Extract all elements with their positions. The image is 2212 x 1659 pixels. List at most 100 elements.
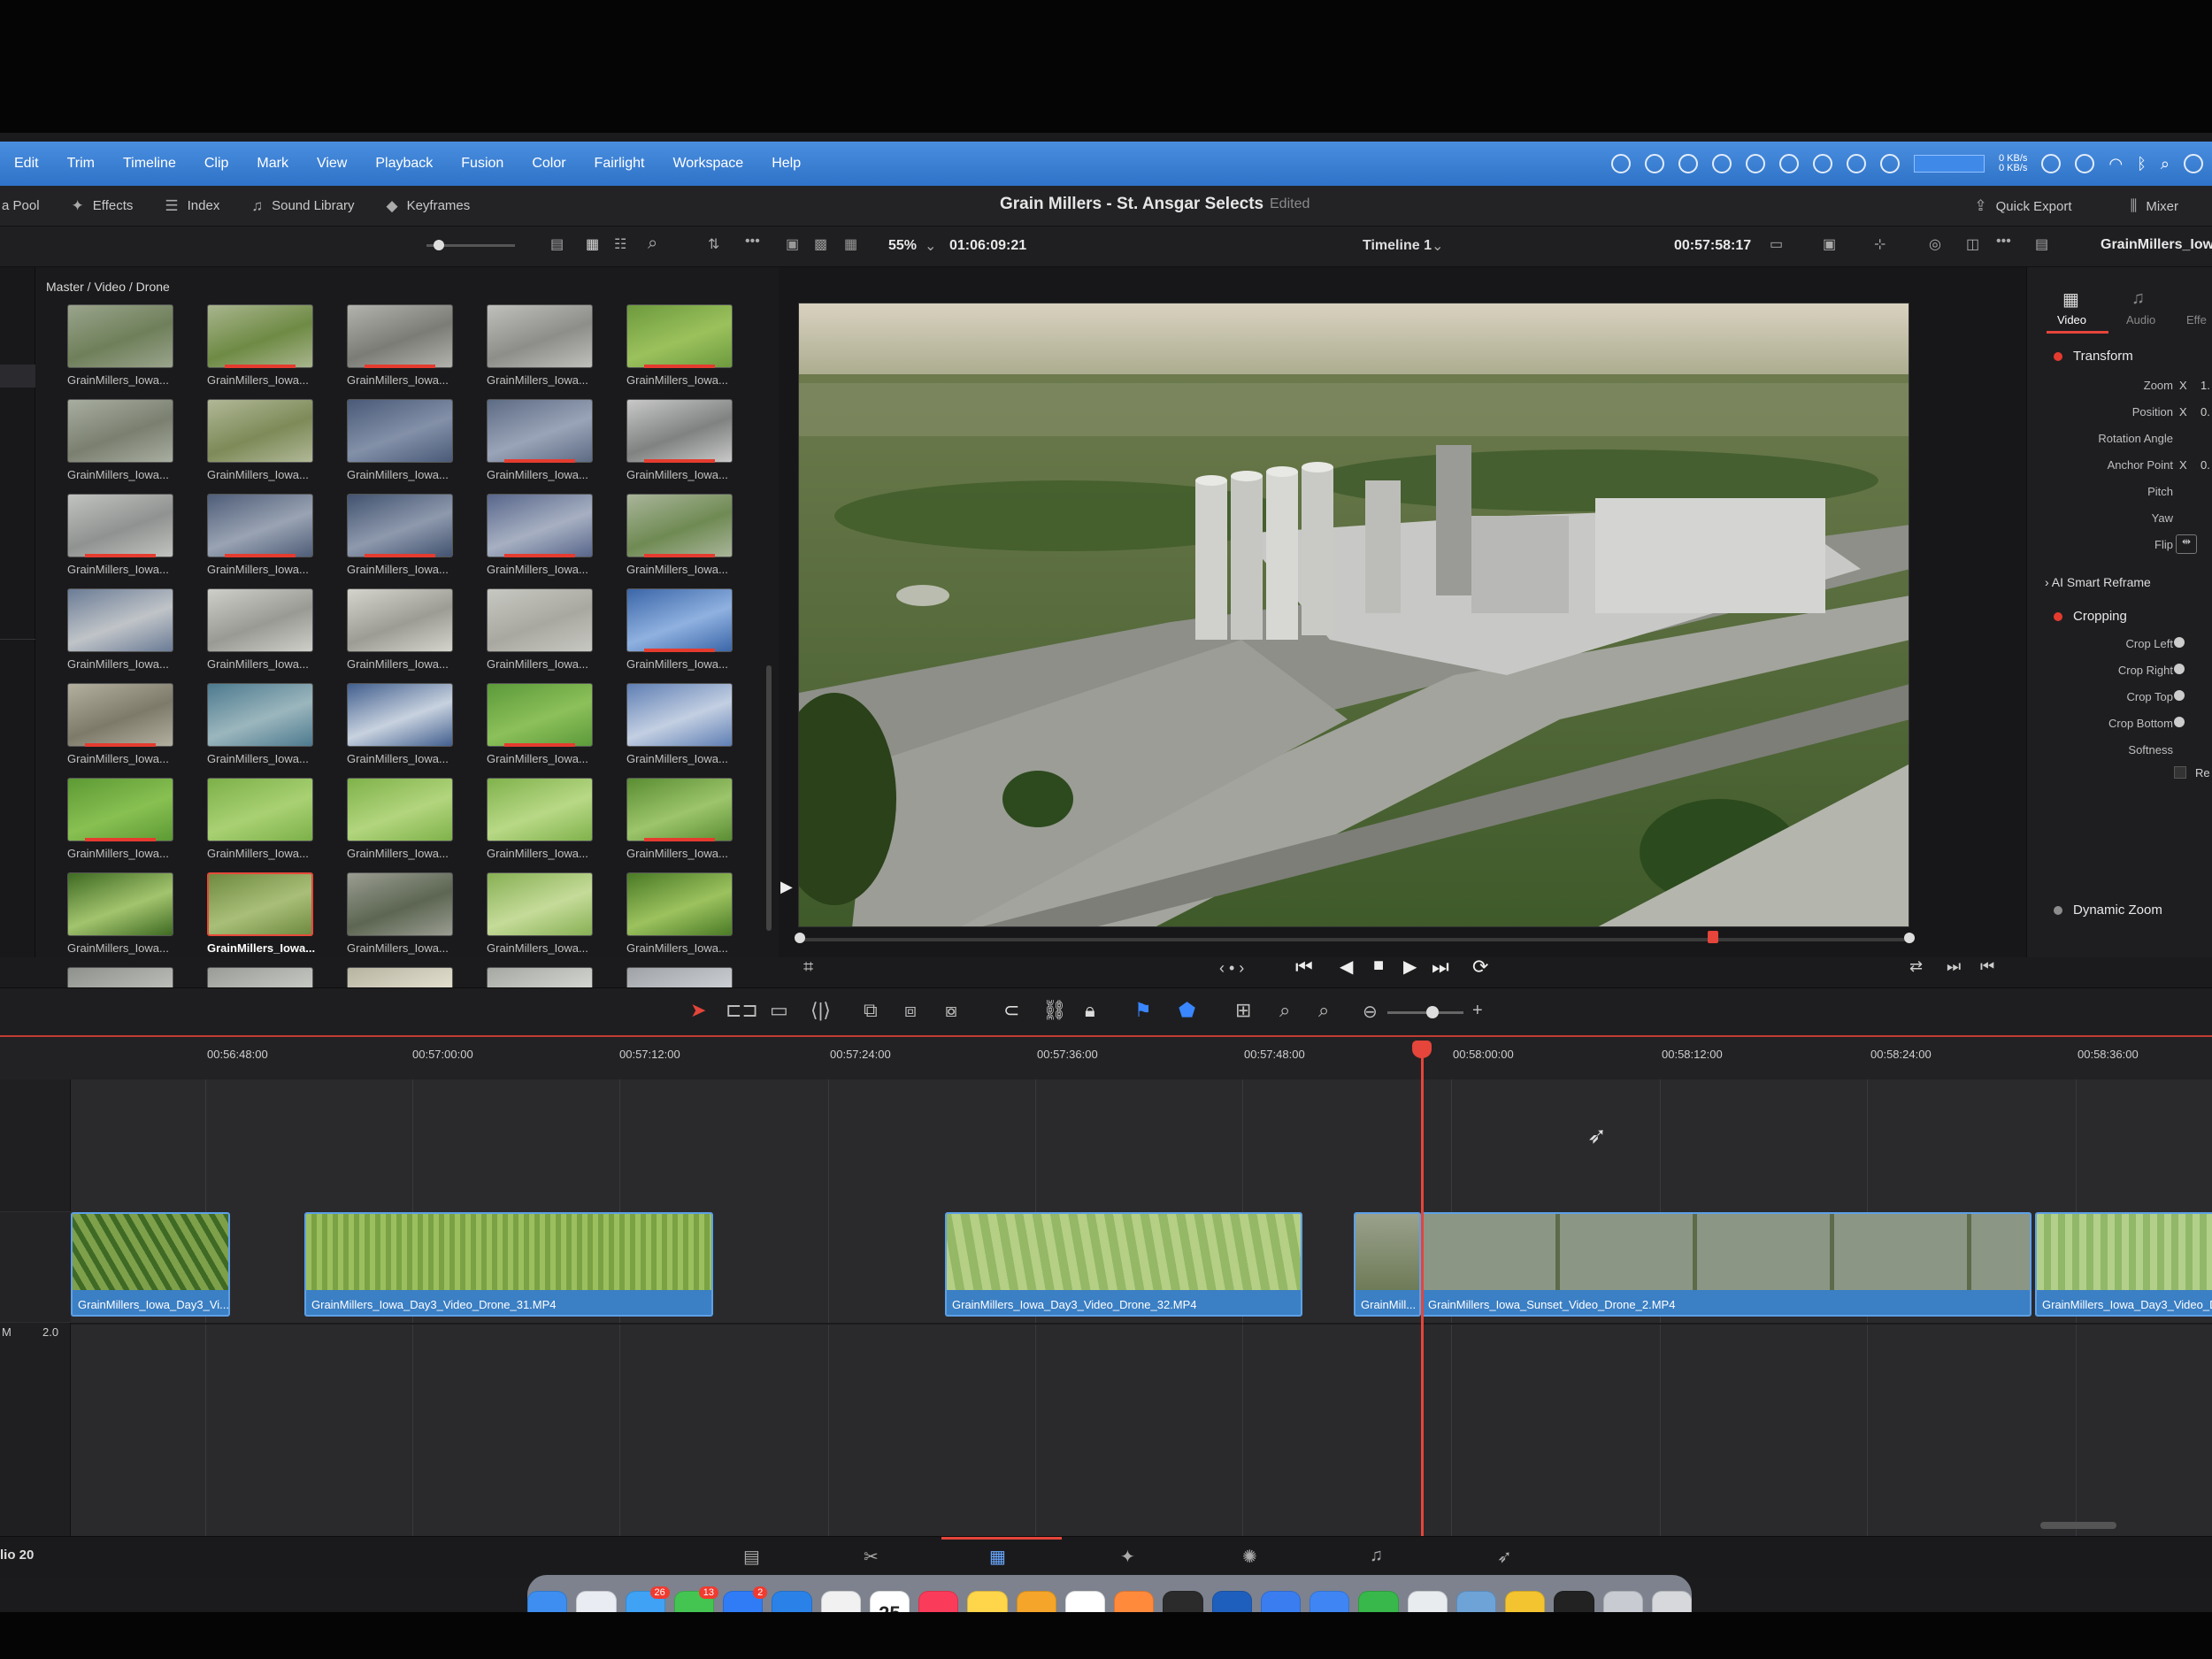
dock-app-icon[interactable]: 25	[869, 1591, 910, 1612]
dock-app-icon[interactable]	[820, 1591, 861, 1612]
more-icon[interactable]: •••	[1996, 234, 2011, 250]
user-icon[interactable]	[2075, 154, 2095, 173]
timeline-clip[interactable]: GrainMillers_Iowa_Day3_Vi...	[71, 1212, 230, 1317]
status-icon-5[interactable]	[1745, 154, 1765, 173]
bluetooth-icon[interactable]: ᛒ	[2137, 155, 2147, 173]
media-pool-clip[interactable]: GrainMillers_Iowa...	[483, 304, 623, 399]
play-icon[interactable]: ▶	[1403, 956, 1417, 978]
zoom-custom-icon[interactable]: ⌕	[1318, 999, 1329, 1022]
thumbnail-view-icon[interactable]: ▦	[586, 235, 599, 253]
dock-app-icon[interactable]	[1114, 1591, 1155, 1612]
media-pool-clip[interactable]: GrainMillers_Iowa...	[343, 872, 483, 967]
timeline-clip[interactable]: GrainMillers_Iowa_Day3_Video_Drone_32.MP…	[945, 1212, 1302, 1317]
go-to-start-icon[interactable]: ⏮	[1295, 956, 1313, 979]
retain-checkbox[interactable]	[2174, 766, 2186, 779]
viewer-layout-icon[interactable]: ▩	[814, 235, 827, 253]
dock-app-icon[interactable]	[1602, 1591, 1643, 1612]
snapping-icon[interactable]: ⊂	[1003, 999, 1019, 1022]
status-icon-8[interactable]	[1846, 154, 1866, 173]
zoom-full-icon[interactable]: ⊞	[1235, 999, 1251, 1022]
play-from-start-icon[interactable]: ▶	[780, 878, 793, 896]
dock-app-icon[interactable]	[1211, 1591, 1252, 1612]
timeline-selector[interactable]: Timeline 1	[1363, 238, 1432, 254]
media-pool-clip[interactable]: GrainMillers_Iowa...	[204, 588, 343, 683]
zoom-detail-icon[interactable]: ⌕	[1279, 999, 1290, 1022]
media-pool-clip[interactable]: GrainMillers_Iowa...	[204, 683, 343, 778]
next-edit-icon[interactable]: ⏭	[1947, 957, 1961, 976]
mixer-button[interactable]: ⫼ Mixer	[2115, 197, 2195, 215]
dock-app-icon[interactable]	[1064, 1591, 1105, 1612]
loop-icon[interactable]: ⟳	[1472, 956, 1488, 979]
menu-trim[interactable]: Trim	[53, 156, 109, 172]
color-page-icon[interactable]: ✺	[1242, 1546, 1257, 1568]
selection-tool-icon[interactable]: ➤	[690, 999, 706, 1022]
go-to-end-icon[interactable]: ⏭	[1432, 956, 1449, 979]
dock-app-icon[interactable]	[1163, 1591, 1203, 1612]
disabled-dot[interactable]	[2054, 905, 2062, 915]
dock-app-icon[interactable]	[1554, 1591, 1594, 1612]
dynamic-trim-icon[interactable]: ▭	[770, 999, 788, 1022]
media-pool-clip[interactable]: GrainMillers_Iowa...	[483, 588, 623, 683]
index-button[interactable]: ☰ Index	[149, 197, 235, 215]
sound-library-button[interactable]: ♫ Sound Library	[235, 197, 370, 215]
menu-edit[interactable]: Edit	[0, 156, 53, 172]
crop-top-slider[interactable]	[2174, 690, 2185, 701]
timeline-scrollbar[interactable]	[2040, 1522, 2116, 1529]
bypass-icon[interactable]: ◎	[1929, 235, 1941, 253]
menu-help[interactable]: Help	[757, 156, 815, 172]
tab-effects[interactable]: Effe	[2186, 313, 2207, 326]
crop-bottom-slider[interactable]	[2174, 717, 2185, 727]
media-pool-clip[interactable]: GrainMillers_Iowa...	[204, 399, 343, 494]
flip-horizontal-icon[interactable]: ⇹	[2176, 534, 2197, 554]
dock-app-icon[interactable]	[1260, 1591, 1301, 1612]
enabled-dot[interactable]	[2054, 351, 2062, 361]
match-frame-icon[interactable]: ⇄	[1909, 957, 1923, 976]
menu-view[interactable]: View	[303, 156, 361, 172]
media-pool-clip[interactable]: GrainMillers_Iowa...	[623, 588, 763, 683]
scrubber-start-knob[interactable]	[795, 933, 805, 943]
status-icon-4[interactable]	[1711, 154, 1732, 173]
search-icon[interactable]: ⌕	[648, 234, 657, 254]
menu-fairlight[interactable]: Fairlight	[580, 156, 659, 172]
trim-tool-icon[interactable]: ⊏⊐	[726, 999, 758, 1022]
viewer-grid-icon[interactable]: ▦	[844, 235, 857, 253]
breadcrumb[interactable]: Master / Video / Drone	[46, 280, 170, 294]
zoom-in-icon[interactable]: +	[1472, 1001, 1483, 1021]
marker-icon[interactable]: ⬟	[1179, 999, 1195, 1022]
empty-track-header[interactable]	[0, 1079, 71, 1212]
more-options-icon[interactable]: •••	[745, 234, 760, 250]
anchor-x-value[interactable]: 0.	[2200, 458, 2210, 472]
viewer-scrubber[interactable]	[798, 938, 1909, 941]
chevron-down-icon[interactable]: ⌄	[1432, 237, 1443, 255]
position-lock-icon[interactable]: 🔒︎	[1085, 999, 1095, 1022]
video-tab-icon[interactable]: ▦	[2062, 288, 2079, 311]
media-pool-clip[interactable]: GrainMillers_Iowa...	[204, 494, 343, 588]
dock-app-icon[interactable]	[1310, 1591, 1350, 1612]
video-track-header[interactable]	[0, 1212, 71, 1323]
edit-page-icon[interactable]: ▦	[989, 1546, 1006, 1568]
cut-page-icon[interactable]: ✂	[864, 1546, 879, 1568]
media-pool-clip[interactable]: GrainMillers_Iowa...	[483, 399, 623, 494]
metadata-view-icon[interactable]: ▤	[550, 235, 564, 253]
crop-tool-icon[interactable]: ⌗	[803, 957, 813, 978]
dock-app-icon[interactable]	[1455, 1591, 1496, 1612]
dynamic-zoom-section[interactable]: Dynamic Zoom	[2054, 902, 2162, 918]
thumbnail-size-knob[interactable]	[434, 240, 444, 250]
tab-video[interactable]: Video	[2057, 313, 2086, 326]
ai-smart-reframe-section[interactable]: › AI Smart Reframe	[2045, 575, 2151, 589]
dock-app-icon[interactable]	[967, 1591, 1008, 1612]
dock-app-icon[interactable]	[527, 1591, 568, 1612]
overwrite-clip-icon[interactable]: ⧈	[904, 999, 917, 1022]
list-view-icon[interactable]: ☷	[614, 235, 626, 253]
display-icon[interactable]: ▣	[1823, 235, 1836, 253]
dock-app-icon[interactable]	[772, 1591, 812, 1612]
zoom-x-value[interactable]: 1.	[2200, 379, 2210, 392]
media-pool-clip[interactable]: GrainMillers_Iowa...	[64, 778, 204, 872]
play-status-icon[interactable]	[2041, 154, 2062, 173]
control-center-icon[interactable]	[2184, 154, 2203, 173]
replace-clip-icon[interactable]: ⧇	[945, 999, 957, 1022]
effects-button[interactable]: ✦ Effects	[56, 197, 150, 215]
menu-fusion[interactable]: Fusion	[447, 156, 518, 172]
media-pool-clip[interactable]: GrainMillers_Iowa...	[343, 778, 483, 872]
media-pool-clip[interactable]: GrainMillers_Iowa...	[343, 399, 483, 494]
